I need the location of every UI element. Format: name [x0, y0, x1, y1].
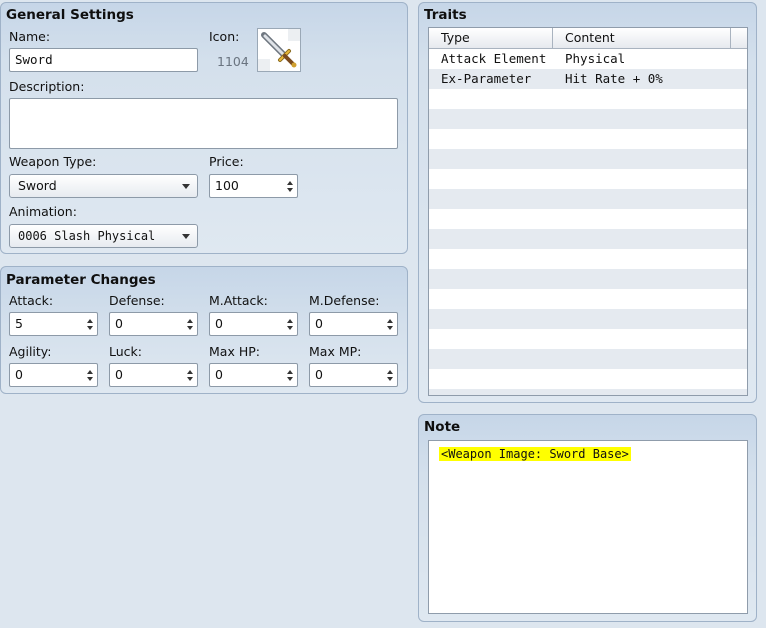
table-row-empty[interactable] [429, 249, 747, 269]
animation-select[interactable]: 0006 Slash Physical [9, 224, 198, 248]
table-row-empty[interactable] [429, 149, 747, 169]
name-label: Name: [9, 29, 51, 44]
param-value: 5 [15, 316, 23, 331]
m-attack-stepper[interactable]: 0 [209, 312, 298, 336]
luck-stepper[interactable]: 0 [109, 363, 198, 387]
price-label: Price: [209, 154, 244, 169]
description-label: Description: [9, 79, 85, 94]
name-input[interactable]: Sword [9, 48, 198, 72]
animation-label: Animation: [9, 204, 77, 219]
stepper-down-icon[interactable] [87, 377, 93, 381]
defense-stepper[interactable]: 0 [109, 312, 198, 336]
max-mp-stepper[interactable]: 0 [309, 363, 398, 387]
trait-type-cell: Ex-Parameter [441, 71, 532, 86]
stepper-up-icon[interactable] [287, 370, 293, 374]
stepper-up-icon[interactable] [187, 319, 193, 323]
animation-value: 0006 Slash Physical [18, 229, 156, 243]
icon-index: 1104 [217, 54, 249, 69]
stepper-down-icon[interactable] [287, 326, 293, 330]
icon-label: Icon: [209, 29, 240, 44]
table-row-empty[interactable] [429, 349, 747, 369]
stepper-down-icon[interactable] [287, 188, 293, 192]
stepper-down-icon[interactable] [187, 326, 193, 330]
chevron-down-icon [182, 184, 190, 189]
param-label: Agility: [9, 344, 52, 359]
table-row-empty[interactable] [429, 329, 747, 349]
max-hp-stepper[interactable]: 0 [209, 363, 298, 387]
m-defense-stepper[interactable]: 0 [309, 312, 398, 336]
param-label: Max MP: [309, 344, 362, 359]
stepper-up-icon[interactable] [387, 370, 393, 374]
table-row-empty[interactable] [429, 309, 747, 329]
trait-content-cell: Hit Rate + 0% [565, 71, 663, 86]
sword-icon[interactable] [257, 28, 301, 72]
param-label: M.Defense: [309, 293, 380, 308]
param-label: Max HP: [209, 344, 260, 359]
table-row-empty[interactable] [429, 389, 747, 395]
param-value: 0 [15, 367, 23, 382]
stepper-down-icon[interactable] [387, 377, 393, 381]
stepper-down-icon[interactable] [187, 377, 193, 381]
note-title: Note [424, 419, 461, 435]
stepper-down-icon[interactable] [387, 326, 393, 330]
table-row-empty[interactable] [429, 109, 747, 129]
weapon-type-select[interactable]: Sword [9, 174, 198, 198]
param-value: 0 [215, 367, 223, 382]
stepper-up-icon[interactable] [387, 319, 393, 323]
param-value: 0 [315, 316, 323, 331]
parameter-changes-panel: Parameter Changes Attack: 5 Defense: 0 M… [0, 266, 408, 394]
param-label: Luck: [109, 344, 142, 359]
table-header: Type Content [429, 28, 747, 49]
table-row-empty[interactable] [429, 129, 747, 149]
column-header-content[interactable]: Content [553, 28, 731, 48]
stepper-up-icon[interactable] [87, 370, 93, 374]
table-row-empty[interactable] [429, 89, 747, 109]
weapon-type-value: Sword [18, 178, 57, 193]
table-row-empty[interactable] [429, 209, 747, 229]
stepper-down-icon[interactable] [287, 377, 293, 381]
chevron-down-icon [182, 234, 190, 239]
param-label: Attack: [9, 293, 54, 308]
param-label: M.Attack: [209, 293, 268, 308]
general-settings-title: General Settings [6, 7, 134, 23]
parameter-changes-title: Parameter Changes [6, 272, 156, 288]
stepper-up-icon[interactable] [87, 319, 93, 323]
param-label: Defense: [109, 293, 165, 308]
table-row-empty[interactable] [429, 229, 747, 249]
agility-stepper[interactable]: 0 [9, 363, 98, 387]
general-settings-panel: General Settings Name: Sword Icon: 1104 … [0, 2, 408, 254]
note-text: <Weapon Image: Sword Base> [439, 447, 631, 461]
param-value: 0 [115, 316, 123, 331]
stepper-up-icon[interactable] [287, 181, 293, 185]
param-value: 0 [315, 367, 323, 382]
price-stepper[interactable]: 100 [209, 174, 298, 198]
param-value: 0 [215, 316, 223, 331]
price-value: 100 [215, 178, 239, 193]
traits-table[interactable]: Type Content Attack Element Physical Ex-… [428, 27, 748, 396]
table-row-empty[interactable] [429, 369, 747, 389]
stepper-down-icon[interactable] [87, 326, 93, 330]
weapon-type-label: Weapon Type: [9, 154, 97, 169]
table-row[interactable]: Ex-Parameter Hit Rate + 0% [429, 69, 747, 89]
table-row-empty[interactable] [429, 169, 747, 189]
table-row[interactable]: Attack Element Physical [429, 49, 747, 69]
column-header-type[interactable]: Type [429, 28, 553, 48]
table-row-empty[interactable] [429, 189, 747, 209]
stepper-up-icon[interactable] [287, 319, 293, 323]
traits-title: Traits [424, 7, 467, 23]
trait-content-cell: Physical [565, 51, 626, 66]
trait-type-cell: Attack Element [441, 51, 547, 66]
attack-stepper[interactable]: 5 [9, 312, 98, 336]
traits-panel: Traits Type Content Attack Element Physi… [418, 2, 757, 403]
table-row-empty[interactable] [429, 269, 747, 289]
description-input[interactable] [9, 98, 398, 149]
note-panel: Note <Weapon Image: Sword Base> [418, 414, 757, 622]
param-value: 0 [115, 367, 123, 382]
table-row-empty[interactable] [429, 289, 747, 309]
stepper-up-icon[interactable] [187, 370, 193, 374]
note-textarea[interactable]: <Weapon Image: Sword Base> [428, 440, 748, 614]
